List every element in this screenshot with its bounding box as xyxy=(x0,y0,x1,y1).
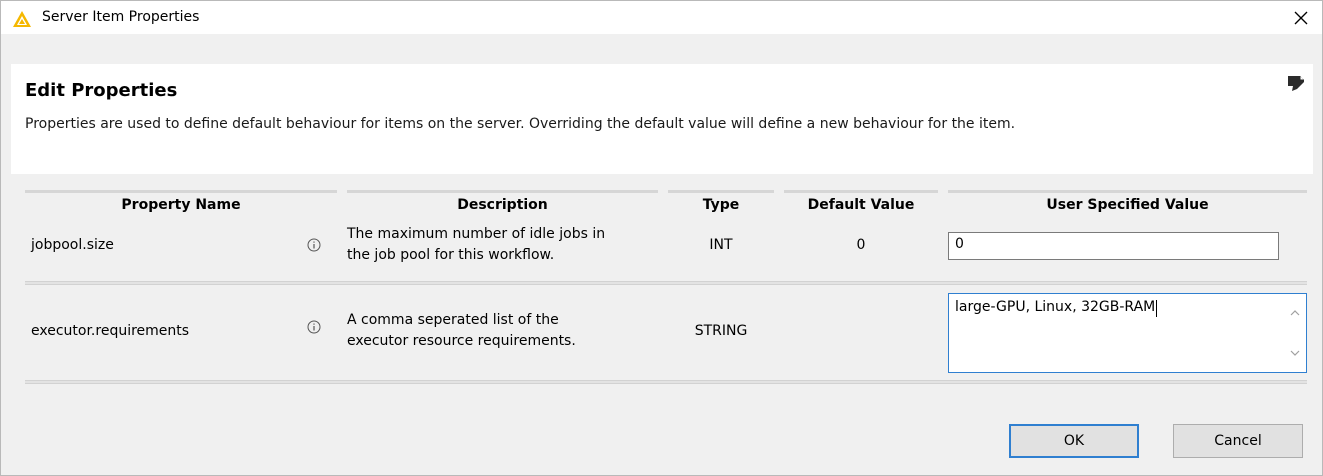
page-description: Properties are used to define default be… xyxy=(25,116,1016,132)
column-header-label: Default Value xyxy=(807,197,915,213)
column-header-description[interactable]: Description xyxy=(347,190,658,218)
user-value-textarea-executor-requirements[interactable]: large-GPU, Linux, 32GB-RAM xyxy=(948,293,1307,373)
row-divider xyxy=(25,380,1307,384)
app-icon xyxy=(13,11,31,27)
default-value: 0 xyxy=(856,237,866,253)
info-icon[interactable] xyxy=(307,238,321,252)
textarea-text: large-GPU, Linux, 32GB-RAM xyxy=(955,299,1156,315)
title-bar: Server Item Properties xyxy=(1,1,1322,34)
column-header-label: Property Name xyxy=(121,197,241,213)
info-icon[interactable] xyxy=(307,320,321,334)
header-panel: Edit Properties Properties are used to d… xyxy=(11,64,1313,174)
property-name-executor-requirements: executor.requirements xyxy=(31,323,190,339)
description-line: the job pool for this workflow. xyxy=(347,247,555,263)
row-divider xyxy=(25,281,1307,285)
column-header-property-name[interactable]: Property Name xyxy=(25,190,337,218)
column-header-label: Description xyxy=(457,197,548,213)
column-header-default-value[interactable]: Default Value xyxy=(784,190,938,218)
type-value: INT xyxy=(709,237,733,253)
dialog-window: Server Item Properties Edit Properties P… xyxy=(0,0,1323,476)
ok-button[interactable]: OK xyxy=(1009,424,1139,458)
scroll-up-icon[interactable] xyxy=(1289,308,1301,318)
page-title: Edit Properties xyxy=(25,80,178,101)
description-line: The maximum number of idle jobs in xyxy=(347,226,606,242)
description-line: executor resource requirements. xyxy=(347,333,576,349)
column-header-label: Type xyxy=(702,197,740,213)
edit-note-icon xyxy=(1288,76,1304,91)
user-value-input-jobpool-size[interactable]: 0 xyxy=(948,232,1279,260)
cancel-button[interactable]: Cancel xyxy=(1173,424,1303,458)
text-caret xyxy=(1156,300,1157,317)
column-header-user-specified-value[interactable]: User Specified Value xyxy=(948,190,1307,218)
description-line: A comma seperated list of the xyxy=(347,312,559,328)
close-icon[interactable] xyxy=(1288,5,1314,31)
property-name-jobpool-size: jobpool.size xyxy=(31,237,114,253)
type-value: STRING xyxy=(694,323,748,339)
scroll-down-icon[interactable] xyxy=(1289,348,1301,358)
column-header-label: User Specified Value xyxy=(1046,197,1209,213)
column-header-type[interactable]: Type xyxy=(668,190,774,218)
window-title: Server Item Properties xyxy=(42,9,200,25)
